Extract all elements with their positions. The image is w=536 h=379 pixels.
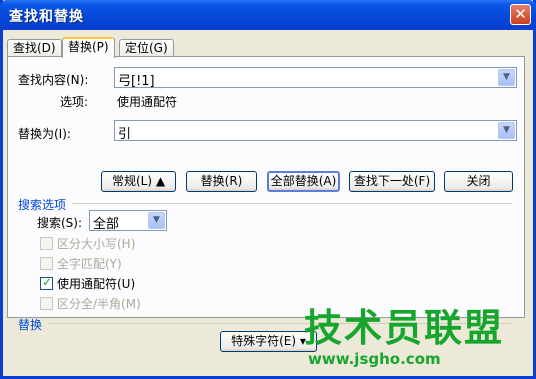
fullwidth-checkbox[interactable]: 区分全/半角(M) bbox=[40, 295, 141, 312]
checkbox-box bbox=[40, 257, 53, 270]
replace-section-heading: 替换 bbox=[18, 318, 43, 332]
title-bar[interactable]: 查找和替换 ✕ bbox=[0, 0, 536, 30]
tab-goto[interactable]: 定位(G) bbox=[119, 39, 174, 57]
chevron-down-icon[interactable]: ▼ bbox=[148, 212, 165, 229]
checkbox-box bbox=[40, 297, 53, 310]
special-characters-button[interactable]: 特殊字符(E) ▾ bbox=[220, 331, 317, 352]
whole-word-checkbox[interactable]: 全字匹配(Y) bbox=[40, 255, 122, 272]
search-direction-select[interactable]: 全部 ▼ bbox=[89, 210, 167, 232]
close-button[interactable]: 关闭 bbox=[444, 171, 513, 192]
watermark-logo: 技术员联盟 www.jsgho.com bbox=[304, 306, 504, 368]
checkbox-label: 区分全/半角(M) bbox=[57, 297, 141, 311]
find-label: 查找内容(N): bbox=[18, 73, 89, 87]
chevron-down-icon[interactable]: ▼ bbox=[498, 69, 515, 86]
chevron-down-icon[interactable]: ▼ bbox=[498, 122, 515, 139]
search-label: 搜索(S): bbox=[37, 216, 83, 230]
options-value: 使用通配符 bbox=[117, 95, 178, 109]
tab-find[interactable]: 查找(D) bbox=[7, 39, 62, 57]
replace-button[interactable]: 替换(R) bbox=[186, 171, 257, 192]
watermark-text: 技术员联盟 bbox=[304, 306, 505, 350]
close-icon[interactable]: ✕ bbox=[510, 4, 531, 25]
replace-label: 替换为(I): bbox=[18, 127, 71, 141]
match-case-checkbox[interactable]: 区分大小写(H) bbox=[40, 235, 135, 252]
replace-value: 引 bbox=[118, 127, 132, 142]
find-input[interactable]: 弓[!1] ▼ bbox=[114, 67, 517, 89]
dialog-title: 查找和替换 bbox=[9, 9, 84, 25]
search-options-heading: 搜索选项 bbox=[18, 198, 67, 212]
checkbox-label: 区分大小写(H) bbox=[57, 237, 136, 251]
checkbox-box: ✓ bbox=[40, 275, 53, 290]
find-value: 弓[!1] bbox=[118, 74, 155, 89]
tab-replace[interactable]: 替换(P) bbox=[62, 37, 115, 58]
options-label: 选项: bbox=[60, 95, 89, 109]
search-direction-value: 全部 bbox=[93, 217, 120, 232]
find-next-button[interactable]: 查找下一处(F) bbox=[349, 171, 435, 192]
checkmark-icon: ✓ bbox=[42, 275, 53, 289]
checkbox-label: 全字匹配(Y) bbox=[57, 257, 122, 271]
checkbox-label: 使用通配符(U) bbox=[57, 277, 136, 291]
replace-all-button[interactable]: 全部替换(A) bbox=[267, 171, 340, 192]
watermark-url: www.jsgho.com bbox=[308, 350, 441, 368]
normal-button[interactable]: 常规(L) ▲ bbox=[101, 171, 176, 192]
wildcards-checkbox[interactable]: ✓ 使用通配符(U) bbox=[40, 275, 135, 292]
divider bbox=[72, 203, 512, 204]
replace-input[interactable]: 引 ▼ bbox=[114, 120, 517, 142]
checkbox-box bbox=[40, 237, 53, 250]
